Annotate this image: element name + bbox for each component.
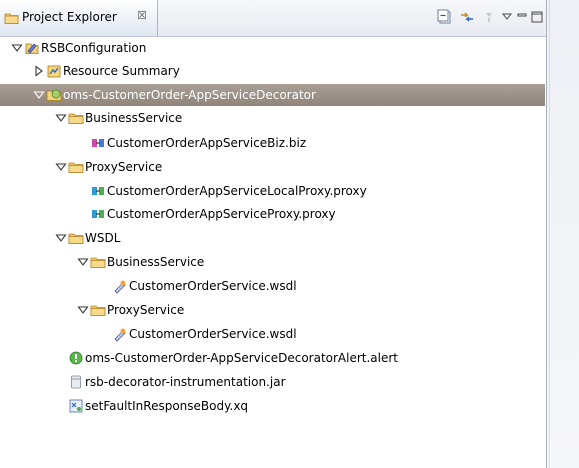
chevron-down-icon[interactable] [77,256,89,268]
tree-item[interactable]: ProxyService [0,156,545,178]
tree-item[interactable]: CustomerOrderAppServiceLocalProxy.proxy [0,180,545,202]
tree-item-label: RSBConfiguration [41,41,147,55]
tree-item-label: Resource Summary [63,64,180,78]
proxy-service-file-icon [92,187,104,195]
chevron-down-icon[interactable] [499,9,515,25]
tab-label: Project Explorer [22,10,117,24]
tree-item-label: WSDL [85,231,121,245]
jar-file-icon [71,375,81,389]
tree-item-label: oms-CustomerOrder-AppServiceDecoratorAle… [85,351,399,365]
folder-icon [68,162,84,173]
tree-item-label: CustomerOrderAppServiceProxy.proxy [107,207,336,221]
tree-item[interactable]: ProxyService [0,299,545,321]
tree-item-label: oms-CustomerOrder-AppServiceDecorator [63,88,316,102]
folder-icon [68,233,84,244]
tree-item[interactable]: rsb-decorator-instrumentation.jar [0,371,545,393]
chevron-down-icon[interactable] [11,42,23,54]
tree-item-label: ProxyService [85,160,163,174]
folder-icon [68,113,84,124]
business-service-file-icon [92,139,104,147]
tree-item[interactable]: CustomerOrderAppServiceProxy.proxy [0,203,545,225]
tree-item[interactable]: Resource Summary [0,60,545,82]
folder-icon [90,305,106,316]
tree-item[interactable]: CustomerOrderAppServiceBiz.biz [0,132,545,154]
tree-item-label: BusinessService [107,255,205,269]
chevron-down-icon[interactable] [55,232,67,244]
tree-item[interactable]: oms-CustomerOrder-AppServiceDecoratorAle… [0,347,545,369]
chevron-down-icon[interactable] [55,112,67,124]
project-explorer-view: Project Explorer ☒ RSBConfiguration Reso… [0,0,547,468]
minimize-icon[interactable] [514,9,530,25]
wsdl-file-icon [114,328,126,342]
view-title-bar: Project Explorer ☒ [0,0,546,37]
tree-item[interactable]: BusinessService [0,251,545,273]
tree-item[interactable]: WSDL [0,227,545,249]
chevron-down-icon[interactable] [77,304,89,316]
link-with-editor-icon[interactable] [459,9,475,25]
tree-item[interactable]: BusinessService [0,107,545,129]
tree-item-label: CustomerOrderService.wsdl [129,327,297,341]
chevron-down-icon[interactable] [33,89,45,101]
editor-area-edge [547,0,579,468]
tree-item[interactable]: oms-CustomerOrder-AppServiceDecorator [0,84,545,106]
tree-item-label: ProxyService [107,303,185,317]
resource-summary-icon [47,65,61,78]
chevron-down-icon[interactable] [55,161,67,173]
view-menu-icon[interactable] [481,9,497,25]
alert-file-icon [69,351,83,365]
collapse-all-icon[interactable] [437,9,453,25]
maximize-icon[interactable] [529,9,545,25]
chevron-right-icon[interactable] [33,65,45,77]
project-explorer-icon [4,13,19,24]
tree-item-label: setFaultInResponseBody.xq [85,399,249,413]
tree-item-label: rsb-decorator-instrumentation.jar [85,375,286,389]
tree-item-label: BusinessService [85,111,183,125]
project-icon [25,43,39,54]
tree-item[interactable]: CustomerOrderService.wsdl [0,323,545,345]
close-icon[interactable]: ☒ [137,9,147,22]
project-folder-icon [46,89,62,101]
tree-item-label: CustomerOrderService.wsdl [129,279,297,293]
folder-icon [90,257,106,268]
tab-project-explorer[interactable]: Project Explorer ☒ [0,0,158,36]
proxy-service-file-icon [92,210,104,218]
tree-item-label: CustomerOrderAppServiceLocalProxy.proxy [107,184,367,198]
tree-item[interactable]: RSBConfiguration [0,37,545,59]
tree-item[interactable]: CustomerOrderService.wsdl [0,275,545,297]
wsdl-file-icon [114,280,126,294]
tree-item-label: CustomerOrderAppServiceBiz.biz [107,136,307,150]
tree-item[interactable]: setFaultInResponseBody.xq [0,395,545,417]
xquery-file-icon [69,399,83,413]
